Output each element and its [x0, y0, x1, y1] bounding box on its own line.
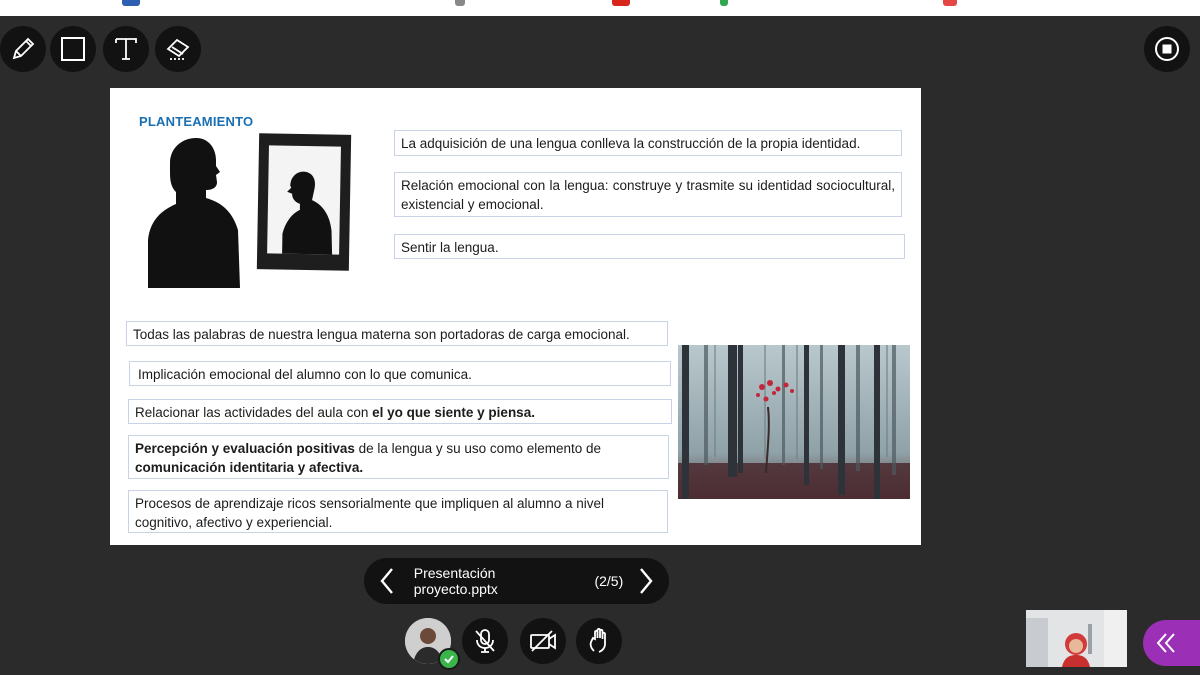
text-box-emotional-charge: Todas las palabras de nuestra lengua mat… [126, 321, 668, 346]
silhouette-image [148, 133, 352, 288]
connected-status-badge [438, 648, 460, 670]
presentation-slide: PLANTEAMIENTO La adquisición de una leng… [110, 88, 921, 545]
stop-presenting-icon [1155, 37, 1179, 61]
slide-title: PLANTEAMIENTO [139, 114, 254, 129]
text-box-classroom-activities: Relacionar las actividades del aula con … [128, 399, 672, 424]
rectangle-tool-button[interactable] [50, 26, 96, 72]
previous-slide-button[interactable] [364, 558, 410, 604]
text-tool-button[interactable] [103, 26, 149, 72]
camera-off-icon [530, 630, 556, 652]
presentation-filename: Presentación proyecto.pptx [413, 565, 498, 597]
pencil-icon [12, 37, 35, 60]
pencil-tool-button[interactable] [0, 26, 46, 72]
chevron-left-icon [380, 568, 393, 594]
eraser-icon [166, 38, 190, 60]
microphone-muted-icon [475, 629, 495, 653]
text-icon [115, 38, 137, 60]
partial-icon [612, 0, 630, 6]
raise-hand-button[interactable] [576, 618, 622, 664]
partial-icon [720, 0, 728, 6]
checkmark-icon [444, 655, 454, 664]
raise-hand-icon [589, 627, 606, 653]
next-slide-button[interactable] [623, 558, 669, 604]
text-box-identity: La adquisición de una lengua conlleva la… [394, 130, 902, 156]
expand-panel-button[interactable] [1143, 620, 1200, 666]
forest-image [678, 345, 910, 499]
slide-counter: (2/5) [594, 573, 624, 589]
box7-bold-2: comunicación identitaria y afectiva. [135, 460, 364, 475]
partial-icon [943, 0, 957, 6]
box7-plain: de la lengua y su uso como elemento de [354, 441, 602, 456]
browser-top-strip [0, 0, 1200, 16]
text-box-positive-perception: Percepción y evaluación positivas de la … [128, 435, 669, 479]
double-chevron-left-icon [1156, 633, 1175, 653]
slide-navigator: Presentación proyecto.pptx (2/5) [364, 558, 669, 604]
text-box-learning-processes: Procesos de aprendizaje ricos sensorialm… [128, 490, 668, 533]
text-box-emotional-relation: Relación emocional con la lengua: constr… [394, 172, 902, 217]
stop-presenting-button[interactable] [1144, 26, 1190, 72]
box7-bold-1: Percepción y evaluación positivas [135, 441, 355, 456]
box6-bold: el yo que siente y piensa. [372, 405, 535, 420]
text-box-student-involvement: Implicación emocional del alumno con lo … [129, 361, 671, 386]
partial-icon [455, 0, 465, 6]
microphone-toggle-button[interactable] [462, 618, 508, 664]
box6-plain: Relacionar las actividades del aula con [135, 405, 373, 420]
participant-webcam-thumbnail[interactable] [1026, 610, 1127, 667]
webcam-image [1026, 610, 1127, 667]
partial-icon [122, 0, 140, 6]
text-box-feel-language: Sentir la lengua. [394, 234, 905, 259]
eraser-tool-button[interactable] [155, 26, 201, 72]
chevron-right-icon [640, 568, 653, 594]
rectangle-icon [61, 37, 85, 61]
camera-toggle-button[interactable] [520, 618, 566, 664]
